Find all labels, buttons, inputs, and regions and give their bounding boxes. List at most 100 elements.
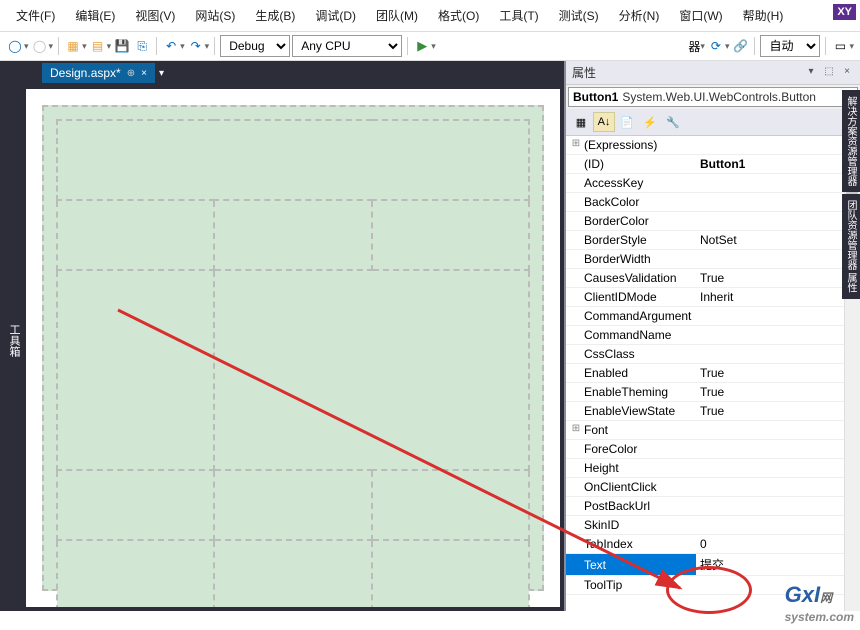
property-value[interactable]: Inherit (696, 288, 860, 306)
property-value[interactable] (696, 219, 860, 223)
property-row[interactable]: PostBackUrl (566, 497, 860, 516)
expand-icon[interactable]: ⊞ (568, 138, 584, 152)
menu-tools[interactable]: 工具(T) (491, 4, 546, 27)
table-cell[interactable] (57, 200, 214, 270)
close-icon[interactable]: × (141, 68, 147, 79)
new-project-icon[interactable]: ▦ (64, 37, 82, 55)
property-row[interactable]: ⊞(Expressions) (566, 136, 860, 155)
table-cell[interactable] (214, 200, 371, 270)
panel-dropdown-icon[interactable]: ▾ (804, 66, 818, 80)
panel-pin-icon[interactable]: ⬚ (822, 66, 836, 80)
menu-debug[interactable]: 调试(D) (307, 4, 364, 27)
nav-dropdown-icon[interactable]: ▾ (24, 41, 29, 52)
alphabetical-icon[interactable]: A↓ (593, 112, 615, 132)
menu-build[interactable]: 生成(B) (247, 4, 303, 27)
refresh-icon[interactable]: ⟳ (707, 37, 725, 55)
nav-forward-dropdown-icon[interactable]: ▾ (49, 41, 54, 52)
pin-icon[interactable]: ⊕ (127, 68, 135, 79)
property-value[interactable] (696, 428, 860, 432)
property-row[interactable]: EnabledTrue (566, 364, 860, 383)
property-value[interactable] (696, 200, 860, 204)
auto-select[interactable]: 自动 (760, 35, 820, 57)
doc-tab-design[interactable]: Design.aspx* ⊕ × (42, 63, 155, 83)
property-row[interactable]: BorderStyleNotSet (566, 231, 860, 250)
menu-website[interactable]: 网站(S) (187, 4, 243, 27)
property-value[interactable] (696, 447, 860, 451)
menu-test[interactable]: 测试(S) (551, 4, 607, 27)
property-value[interactable] (696, 504, 860, 508)
solution-explorer-rail[interactable]: 解决方案资源管理器 (842, 90, 860, 192)
table-cell[interactable] (57, 470, 214, 540)
menu-team[interactable]: 团队(M) (368, 4, 426, 27)
refresh-dropdown-icon[interactable]: ▾ (725, 41, 730, 52)
property-value[interactable]: True (696, 269, 860, 287)
table-cell[interactable] (214, 270, 529, 470)
property-row[interactable]: CausesValidationTrue (566, 269, 860, 288)
property-row[interactable]: OnClientClick (566, 478, 860, 497)
property-row[interactable]: TabIndex0 (566, 535, 860, 554)
nav-forward-icon[interactable]: ◯ (31, 37, 49, 55)
property-value[interactable]: True (696, 383, 860, 401)
nav-back-icon[interactable]: ◯ (6, 37, 24, 55)
property-row[interactable]: ⊞Font (566, 421, 860, 440)
events-icon[interactable]: ⚡ (639, 112, 661, 132)
configuration-select[interactable]: Debug (220, 35, 290, 57)
align-icon[interactable]: ▭ (831, 37, 849, 55)
table-cell[interactable] (214, 470, 371, 540)
property-row[interactable]: CommandArgument (566, 307, 860, 326)
toolbox-rail[interactable]: 工具箱 (0, 61, 22, 611)
redo-dropdown-icon[interactable]: ▾ (205, 41, 210, 52)
property-value[interactable]: Button1 (696, 155, 860, 173)
property-value[interactable] (696, 523, 860, 527)
table-cell[interactable] (57, 120, 529, 200)
property-value[interactable] (696, 352, 860, 356)
property-value[interactable] (696, 485, 860, 489)
property-row[interactable]: ClientIDModeInherit (566, 288, 860, 307)
property-row[interactable]: BorderColor (566, 212, 860, 231)
property-row[interactable]: BackColor (566, 193, 860, 212)
property-row[interactable]: (ID)Button1 (566, 155, 860, 174)
browser-dropdown-icon[interactable]: ▾ (700, 41, 705, 52)
menu-window[interactable]: 窗口(W) (671, 4, 730, 27)
designer-surface[interactable] (26, 89, 560, 607)
menu-help[interactable]: 帮助(H) (735, 4, 792, 27)
undo-icon[interactable]: ↶ (162, 37, 180, 55)
start-dropdown-icon[interactable]: ▾ (431, 41, 436, 52)
start-debug-icon[interactable]: ▶ (413, 37, 431, 55)
property-value[interactable] (696, 466, 860, 470)
property-value[interactable]: True (696, 364, 860, 382)
property-value[interactable]: True (696, 402, 860, 420)
property-value[interactable] (696, 333, 860, 337)
property-value[interactable] (696, 143, 860, 147)
properties-icon[interactable]: 📄 (616, 112, 638, 132)
save-all-icon[interactable]: ⎘ (133, 37, 151, 55)
property-row[interactable]: EnableThemingTrue (566, 383, 860, 402)
table-cell[interactable] (372, 200, 529, 270)
property-row[interactable]: CommandName (566, 326, 860, 345)
menu-file[interactable]: 文件(F) (8, 4, 63, 27)
open-file-icon[interactable]: ▤ (89, 37, 107, 55)
property-row[interactable]: Text提交 (566, 554, 860, 576)
property-value[interactable] (696, 314, 860, 318)
property-row[interactable]: ForeColor (566, 440, 860, 459)
table-cell[interactable] (57, 270, 214, 470)
menu-analyze[interactable]: 分析(N) (611, 4, 668, 27)
menu-view[interactable]: 视图(V) (127, 4, 183, 27)
tabs-dropdown-icon[interactable]: ▾ (159, 68, 164, 79)
categorized-icon[interactable]: ▦ (570, 112, 592, 132)
platform-select[interactable]: Any CPU (292, 35, 402, 57)
property-row[interactable]: AccessKey (566, 174, 860, 193)
design-canvas[interactable] (42, 105, 544, 591)
redo-icon[interactable]: ↷ (187, 37, 205, 55)
property-value[interactable]: 0 (696, 535, 860, 553)
expand-icon[interactable]: ⊞ (568, 423, 584, 437)
property-value[interactable]: 提交 (696, 554, 860, 575)
menu-format[interactable]: 格式(O) (430, 4, 487, 27)
property-value[interactable] (696, 181, 860, 185)
team-explorer-rail[interactable]: 团队资源管理器 属性 (842, 194, 860, 299)
table-cell[interactable] (214, 540, 371, 607)
property-row[interactable]: CssClass (566, 345, 860, 364)
object-selector[interactable]: Button1 System.Web.UI.WebControls.Button… (568, 87, 858, 107)
table-cell[interactable] (372, 540, 529, 607)
menu-edit[interactable]: 编辑(E) (67, 4, 123, 27)
